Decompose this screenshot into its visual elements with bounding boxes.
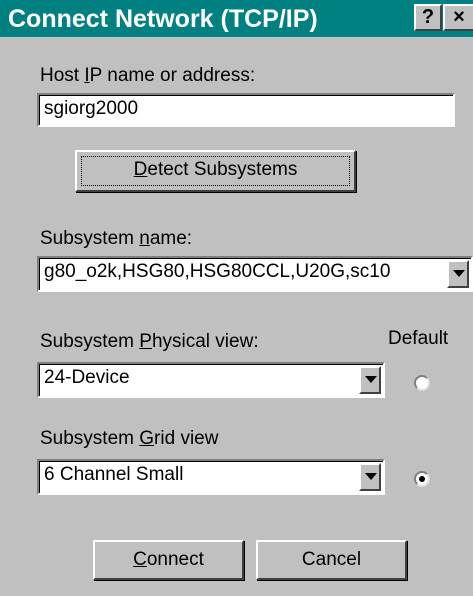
physical-view-label-prefix: Subsystem — [40, 331, 140, 352]
physical-view-dropdown-button[interactable] — [359, 366, 381, 394]
grid-view-select[interactable]: 6 Channel Small — [37, 459, 385, 495]
subsystem-name-label-accel: n — [139, 228, 150, 249]
detect-subsystems-label: etect Subsystems — [147, 159, 298, 180]
title-bar[interactable]: Connect Network (TCP/IP) ? × — [0, 0, 473, 37]
subsystem-name-select[interactable]: g80_o2k,HSG80,HSG80CCL,U20G,sc10 — [37, 256, 473, 292]
host-ip-label-prefix: Host — [40, 65, 85, 86]
connect-button-face: Connect — [99, 546, 238, 574]
cancel-button-face: Cancel — [301, 549, 362, 570]
physical-view-label-accel: P — [139, 331, 152, 352]
detect-subsystems-accel: D — [133, 159, 148, 180]
subsystem-name-dropdown-button[interactable] — [447, 260, 469, 288]
subsystem-name-label: Subsystem name: — [40, 228, 192, 250]
detect-subsystems-focus: Detect Subsystems — [81, 156, 350, 186]
physical-view-label-suffix: hysical view: — [151, 331, 259, 352]
default-column-label: Default — [388, 328, 449, 349]
connect-network-dialog: Connect Network (TCP/IP) ? × Host IP nam… — [0, 0, 473, 596]
connect-label: onnect — [146, 549, 204, 570]
close-button[interactable]: × — [443, 4, 473, 31]
grid-view-label-accel: G — [139, 428, 155, 449]
subsystem-name-value: g80_o2k,HSG80,HSG80CCL,U20G,sc10 — [44, 261, 391, 282]
grid-view-default-radio[interactable] — [414, 471, 430, 487]
window-title: Connect Network (TCP/IP) — [8, 5, 318, 33]
detect-subsystems-button[interactable]: Detect Subsystems — [75, 150, 356, 192]
connect-button[interactable]: Connect — [93, 540, 244, 580]
grid-view-label-suffix: rid view — [154, 428, 219, 449]
host-ip-input[interactable]: sgiorg2000 — [37, 93, 455, 127]
grid-view-dropdown-button[interactable] — [359, 463, 381, 491]
subsystem-name-label-suffix: ame: — [149, 228, 193, 249]
subsystem-name-label-prefix: Subsystem — [40, 228, 140, 249]
physical-view-label: Subsystem Physical view: — [40, 331, 259, 353]
physical-view-select[interactable]: 24-Device — [37, 362, 385, 398]
connect-accel: C — [133, 549, 147, 570]
physical-view-value: 24-Device — [44, 367, 130, 388]
grid-view-value: 6 Channel Small — [44, 464, 184, 485]
grid-view-label: Subsystem Grid view — [40, 428, 218, 450]
chevron-down-icon — [365, 376, 377, 383]
chevron-down-icon — [365, 473, 377, 480]
host-ip-label: Host IP name or address: — [40, 65, 255, 87]
help-button[interactable]: ? — [414, 4, 442, 31]
radio-selected-dot — [419, 476, 425, 482]
chevron-down-icon — [453, 270, 465, 277]
host-ip-label-suffix: P name or address: — [89, 65, 256, 86]
physical-view-default-radio[interactable] — [414, 375, 430, 391]
grid-view-label-prefix: Subsystem — [40, 428, 140, 449]
cancel-button[interactable]: Cancel — [256, 540, 407, 580]
